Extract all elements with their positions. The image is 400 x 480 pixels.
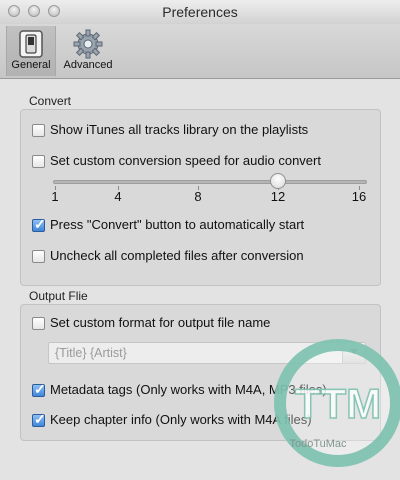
slider-tick-label: 16 xyxy=(351,189,367,204)
slider-tick-label: 8 xyxy=(194,189,202,204)
output-section-label: Output Flie xyxy=(29,289,88,303)
window-title: Preferences xyxy=(162,4,238,20)
auto-start-label: Press "Convert" button to automatically … xyxy=(50,217,305,232)
custom-format-label: Set custom format for output file name xyxy=(50,315,271,330)
show-itunes-library-label: Show iTunes all tracks library on the pl… xyxy=(50,122,309,137)
title-bar: Preferences xyxy=(0,0,400,25)
slider-tick-label: 12 xyxy=(270,189,286,204)
checkmark-icon: ✓ xyxy=(34,216,46,232)
switch-icon xyxy=(19,30,43,58)
custom-speed-label: Set custom conversion speed for audio co… xyxy=(50,153,321,168)
custom-format-checkbox[interactable] xyxy=(32,317,45,330)
metadata-tags-checkbox[interactable]: ✓ xyxy=(32,381,46,397)
auto-start-checkbox[interactable]: ✓ xyxy=(32,216,46,232)
slider-tick-label: 1 xyxy=(51,189,59,204)
uncheck-completed-checkbox[interactable] xyxy=(32,250,45,263)
chapter-info-checkbox[interactable]: ✓ xyxy=(32,411,46,427)
output-format-placeholder: {Title} {Artist} xyxy=(55,346,127,360)
convert-section-label: Convert xyxy=(29,94,72,108)
slider-knob[interactable] xyxy=(269,173,286,189)
tab-general[interactable]: General xyxy=(6,26,56,76)
checkmark-icon: ✓ xyxy=(34,411,46,427)
slider-track[interactable] xyxy=(53,180,367,184)
watermark-caption: TodoTuMac xyxy=(289,438,347,450)
gear-icon xyxy=(73,29,103,59)
uncheck-completed-label: Uncheck all completed files after conver… xyxy=(50,248,304,263)
tab-advanced[interactable]: Advanced xyxy=(58,26,118,76)
checkmark-icon: ✓ xyxy=(34,381,46,397)
show-itunes-library-checkbox[interactable] xyxy=(32,124,45,137)
todotumac-watermark-logo: TTM TodoTuMac xyxy=(274,339,400,467)
custom-speed-checkbox[interactable] xyxy=(32,155,45,168)
tab-advanced-label: Advanced xyxy=(63,59,113,71)
preferences-toolbar: General Advanced xyxy=(0,24,400,79)
tab-general-label: General xyxy=(11,59,51,71)
slider-tick-label: 4 xyxy=(114,189,122,204)
watermark-text: TTM xyxy=(295,380,381,427)
